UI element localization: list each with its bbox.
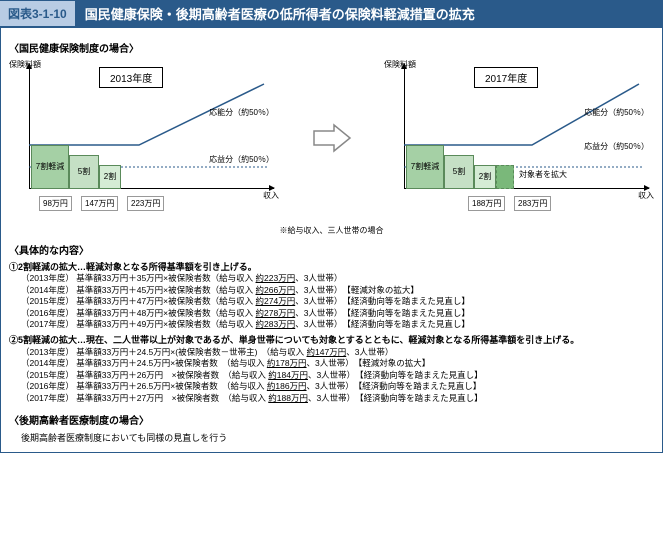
reduction-bars: 7割軽減 5割 2割 [31,145,121,189]
chart-footnote: ※給与収入、三人世帯の場合 [9,225,654,236]
bar-70pct: 7割軽減 [406,145,444,189]
detail-row: （2016年度） 基準額33万円＋48万円×被保険者数（給与収入 約278万円、… [21,308,654,319]
x-axis-label: 収入 [263,190,279,201]
detail-row: （2014年度） 基準額33万円＋24.5万円×被保険者数 （給与収入 約178… [21,358,654,369]
bar-70pct: 7割軽減 [31,145,69,189]
note-oueki: 応益分（約50％） [209,154,274,165]
charts-row: 保険料額 収入 2013年度 7割軽減 5割 2割 応能分（約50％） 応益分（… [9,59,654,219]
bar-20pct: 2割 [99,165,121,189]
bar-20pct: 2割 [474,165,496,189]
reduction-bars: 7割軽減 5割 2割 [406,145,514,189]
note-onou: 応能分（約50％） [584,107,649,118]
section-kouki-text: 後期高齢者医療制度においても同様の見直しを行う [9,431,654,444]
detail-row: （2016年度） 基準額33万円＋26.5万円×被保険者数 （給与収入 約186… [21,381,654,392]
details-title: 〈具体的な内容〉 [9,242,654,257]
detail-row: （2013年度） 基準額33万円＋35万円×被保険者数（給与収入 約223万円、… [21,273,654,284]
detail-row: （2015年度） 基準額33万円＋26万円 ×被保険者数 （給与収入 約184万… [21,370,654,381]
detail-row: （2017年度） 基準額33万円＋49万円×被保険者数（給与収入 約283万円、… [21,319,654,330]
figure-header: 図表3-1-10 国民健康保険・後期高齢者医療の低所得者の保険料軽減措置の拡充 [0,0,663,27]
item1-head: ①2割軽減の拡大…軽減対象となる所得基準額を引き上げる。 [9,261,654,273]
detail-row: （2013年度） 基準額33万円＋24.5万円×(被保険者数－世帯主) （給与収… [21,347,654,358]
bar-50pct: 5割 [69,155,99,189]
item2-head: ②5割軽減の拡大…現在、二人世帯以上が対象であるが、単身世帯についても対象とする… [9,334,654,346]
bar-extended [496,165,514,189]
chart-2013: 保険料額 収入 2013年度 7割軽減 5割 2割 応能分（約50％） 応益分（… [9,59,279,219]
tick-188: 188万円 [468,196,505,211]
tick-98: 98万円 [39,196,72,211]
note-expand: 対象者を拡大 [519,169,567,180]
arrow-icon [312,123,352,155]
section-kokuho: 〈国民健康保険制度の場合〉 [9,40,654,55]
tick-147: 147万円 [81,196,118,211]
tick-283: 283万円 [514,196,551,211]
chart-2017: 保険料額 収入 2017年度 7割軽減 5割 2割 応能分（約50％） 応益分（… [384,59,654,219]
details-block: ①2割軽減の拡大…軽減対象となる所得基準額を引き上げる。 （2013年度） 基準… [9,261,654,404]
figure-content: 〈国民健康保険制度の場合〉 保険料額 収入 2013年度 7割軽減 5割 2割 … [0,27,663,453]
detail-row: （2017年度） 基準額33万円＋27万円 ×被保険者数 （給与収入 約188万… [21,393,654,404]
detail-row: （2014年度） 基準額33万円＋45万円×被保険者数（給与収入 約266万円、… [21,285,654,296]
note-oueki: 応益分（約50％） [584,141,649,152]
detail-row: （2015年度） 基準額33万円＋47万円×被保険者数（給与収入 約274万円、… [21,296,654,307]
figure-number: 図表3-1-10 [0,1,75,26]
bar-50pct: 5割 [444,155,474,189]
note-onou: 応能分（約50％） [209,107,274,118]
figure-title: 国民健康保険・後期高齢者医療の低所得者の保険料軽減措置の拡充 [75,0,485,27]
x-axis-label: 収入 [638,190,654,201]
tick-223: 223万円 [127,196,164,211]
section-kouki: 〈後期高齢者医療制度の場合〉 [9,412,654,427]
